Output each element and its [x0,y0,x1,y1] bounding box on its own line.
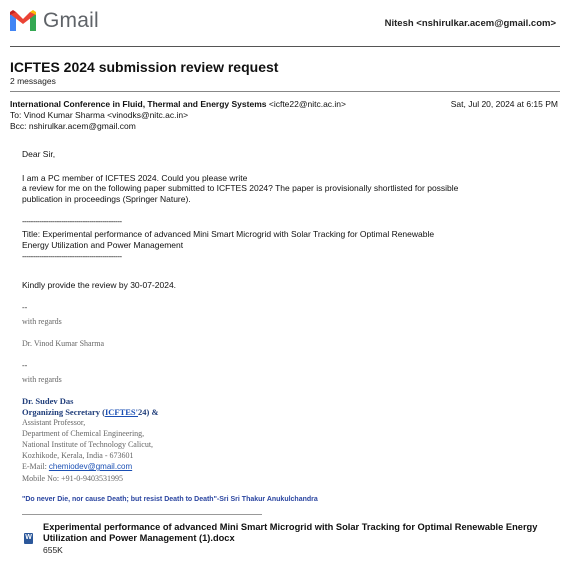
conference-link[interactable]: ICFTES' [105,407,138,417]
organizer-location: Kozhikode, Kerala, India - 673601 [22,451,134,460]
body-line-3: publication in proceedings (Springer Nat… [22,194,191,204]
message-count: 2 messages [10,76,56,86]
organizer-role: Organizing Secretary (ICFTES'24) & [22,407,159,417]
recipient-bcc: Bcc: nshirulkar.acem@gmail.com [10,121,136,131]
organizer-institute: National Institute of Technology Calicut… [22,440,154,449]
divider-line: ----------------------------------------… [22,217,122,226]
organizer-role-suffix: 24) & [138,407,159,417]
attachment-name[interactable]: Experimental performance of advanced Min… [43,522,543,544]
organizer-mobile: Mobile No: +91-0-9403531995 [22,474,123,483]
organizer-title: Assistant Professor, [22,418,86,427]
signature-regards: with regards [22,375,62,384]
attachment-size: 655K [43,545,63,555]
word-document-icon[interactable]: W [24,533,33,544]
gmail-m-logo-icon [10,10,36,31]
app-name: Gmail [43,9,99,32]
organizer-department: Department of Chemical Engineering, [22,429,145,438]
signature-separator: -- [22,361,28,370]
message-date: Sat, Jul 20, 2024 at 6:15 PM [450,99,558,109]
header-divider [10,46,560,47]
sender-name: International Conference in Fluid, Therm… [10,99,267,109]
organizer-email-link[interactable]: chemiodev@gmail.com [49,462,132,471]
sender-line: International Conference in Fluid, Therm… [10,99,346,110]
review-deadline: Kindly provide the review by 30-07-2024. [22,280,177,290]
body-line-2: a review for me on the following paper s… [22,183,459,193]
thread-subject: ICFTES 2024 submission review request [10,59,279,75]
signature-quote: "Do never Die, nor cause Death; but resi… [22,496,318,503]
paper-title-line-2: Energy Utilization and Power Management [22,240,184,250]
attachment-divider [22,514,262,515]
organizer-name: Dr. Sudev Das [22,396,74,406]
subject-divider [10,91,560,92]
signature-name: Dr. Vinod Kumar Sharma [22,339,105,348]
email-label: E-Mail: [22,462,49,471]
organizer-email-line: E-Mail: chemiodev@gmail.com [22,462,132,472]
paper-title-line-1: Title: Experimental performance of advan… [22,229,435,239]
sender-email: <icfte22@nitc.ac.in> [268,99,347,109]
greeting: Dear Sir, [22,149,56,159]
organizer-role-prefix: Organizing Secretary ( [22,407,105,417]
signature-regards: with regards [22,317,62,326]
account-email: Nitesh <nshirulkar.acem@gmail.com> [384,18,556,29]
divider-line: ----------------------------------------… [22,252,122,261]
recipient-to: To: Vinod Kumar Sharma <vinodks@nitc.ac.… [10,110,189,120]
signature-separator: -- [22,303,28,312]
